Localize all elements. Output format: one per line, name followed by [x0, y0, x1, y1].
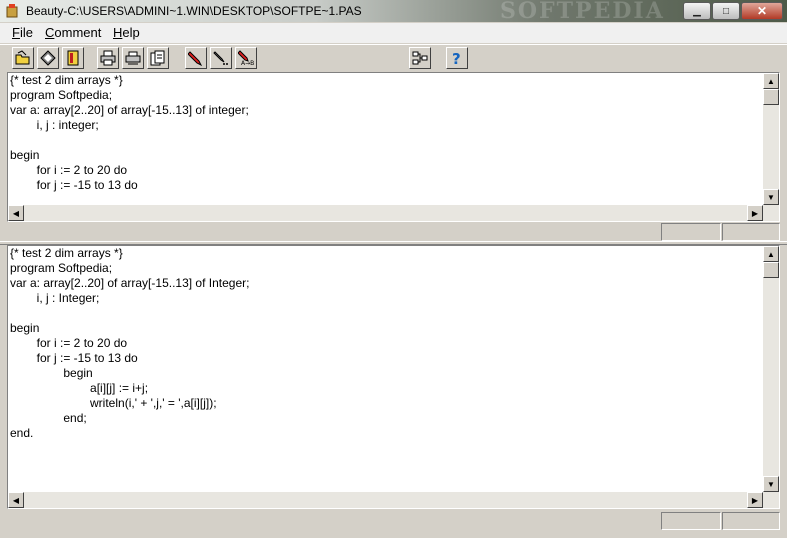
close-icon: ✕	[756, 4, 768, 18]
svg-text:?: ?	[452, 50, 461, 66]
arrow-right-icon: ▶	[751, 495, 759, 505]
source-status-bar	[7, 223, 780, 241]
arrow-left-icon: ◀	[12, 495, 20, 505]
source-horizontal-scrollbar[interactable]: ◀ ▶	[8, 205, 779, 221]
code-line: begin	[10, 366, 93, 380]
minimize-button[interactable]: ▁	[683, 2, 711, 20]
print-preview-button[interactable]	[122, 47, 144, 69]
print-preview-icon	[125, 51, 141, 65]
app-icon	[6, 4, 18, 18]
code-line: {* test 2 dim arrays *}	[10, 246, 123, 260]
status-cell	[661, 512, 721, 530]
scroll-up-button[interactable]: ▲	[763, 73, 779, 89]
comment-button[interactable]	[185, 47, 207, 69]
code-line: for i := 2 to 20 do	[10, 336, 128, 350]
scroll-right-button[interactable]: ▶	[747, 205, 763, 221]
book-button[interactable]	[62, 47, 84, 69]
replace-button[interactable]: A→B	[235, 47, 257, 69]
comment-dots-button[interactable]	[210, 47, 232, 69]
arrow-down-icon: ▼	[767, 479, 775, 489]
code-line: for j := -15 to 13 do	[10, 178, 138, 192]
scroll-down-button[interactable]: ▼	[763, 476, 779, 492]
code-line: i, j : Integer;	[10, 291, 100, 305]
title-bar[interactable]: Beauty-C:\USERS\ADMINI~1.WIN\DESKTOP\SOF…	[0, 0, 787, 24]
code-line: var a: array[2..20] of array[-15..13] of…	[10, 103, 249, 117]
pen-ab-icon: A→B	[238, 50, 254, 66]
format-button[interactable]	[37, 47, 59, 69]
code-line: writeln(i,' + ',j,' = ',a[i][j]);	[10, 396, 217, 410]
tree-icon	[412, 51, 428, 65]
code-line: for i := 2 to 20 do	[10, 163, 128, 177]
scroll-left-button[interactable]: ◀	[8, 492, 24, 508]
code-line: for j := -15 to 13 do	[10, 351, 138, 365]
window-title: Beauty-C:\USERS\ADMINI~1.WIN\DESKTOP\SOF…	[26, 4, 362, 18]
scroll-thumb[interactable]	[763, 262, 779, 278]
code-line: begin	[10, 321, 40, 335]
scroll-down-button[interactable]: ▼	[763, 189, 779, 205]
structure-button[interactable]	[409, 47, 431, 69]
status-cell	[722, 223, 780, 241]
result-editor[interactable]: {* test 2 dim arrays *} program Softpedia…	[7, 245, 780, 509]
arrow-up-icon: ▲	[767, 76, 775, 86]
source-vertical-scrollbar[interactable]: ▲ ▼	[763, 73, 779, 205]
status-cell	[661, 223, 721, 241]
close-button[interactable]: ✕	[741, 2, 783, 20]
arrow-down-icon: ▼	[767, 192, 775, 202]
maximize-icon: □	[722, 5, 730, 17]
code-line: var a: array[2..20] of array[-15..13] of…	[10, 276, 250, 290]
copy-button[interactable]	[147, 47, 169, 69]
code-line: end;	[10, 411, 87, 425]
scroll-left-button[interactable]: ◀	[8, 205, 24, 221]
menu-bar: File Comment Help	[0, 23, 787, 43]
result-vertical-scrollbar[interactable]: ▲ ▼	[763, 246, 779, 492]
app-window: Beauty-C:\USERS\ADMINI~1.WIN\DESKTOP\SOF…	[0, 0, 787, 538]
menu-help[interactable]: Help	[113, 25, 140, 40]
copy-page-icon	[150, 50, 165, 66]
watermark: SOFTPEDIA	[500, 0, 665, 24]
code-line: begin	[10, 148, 40, 162]
menu-file[interactable]: File	[12, 25, 33, 40]
code-line: end.	[10, 426, 34, 440]
code-line: a[i][j] := i+j;	[10, 381, 149, 395]
book-icon	[67, 50, 79, 66]
pen-dots-icon	[213, 51, 228, 65]
toolbar: A→B ?	[0, 44, 787, 73]
help-button[interactable]: ?	[446, 47, 468, 69]
menu-comment[interactable]: Comment	[45, 25, 101, 40]
print-button[interactable]	[97, 47, 119, 69]
scroll-up-button[interactable]: ▲	[763, 246, 779, 262]
scroll-right-button[interactable]: ▶	[747, 492, 763, 508]
maximize-button[interactable]: □	[712, 2, 740, 20]
code-line: program Softpedia;	[10, 88, 113, 102]
result-code[interactable]: {* test 2 dim arrays *} program Softpedia…	[10, 246, 762, 490]
open-button[interactable]	[12, 47, 34, 69]
status-cell	[722, 512, 780, 530]
svg-text:A→B: A→B	[241, 60, 254, 66]
arrow-left-icon: ◀	[12, 208, 20, 218]
arrow-right-icon: ▶	[751, 208, 759, 218]
result-status-bar	[7, 512, 780, 530]
help-icon: ?	[452, 50, 461, 66]
result-horizontal-scrollbar[interactable]: ◀ ▶	[8, 492, 779, 508]
source-code[interactable]: {* test 2 dim arrays *} program Softpedia…	[10, 73, 762, 203]
print-icon	[100, 50, 116, 66]
code-line: program Softpedia;	[10, 261, 113, 275]
diamond-icon	[40, 50, 56, 66]
window-controls: ▁ □ ✕	[682, 2, 783, 20]
pen-icon	[188, 51, 203, 66]
arrow-up-icon: ▲	[767, 249, 775, 259]
code-line: {* test 2 dim arrays *}	[10, 73, 123, 87]
source-editor[interactable]: {* test 2 dim arrays *} program Softpedia…	[7, 72, 780, 222]
minimize-icon: ▁	[693, 5, 701, 17]
open-folder-icon	[15, 50, 30, 65]
scroll-thumb[interactable]	[763, 89, 779, 105]
code-line: i, j : integer;	[10, 118, 99, 132]
